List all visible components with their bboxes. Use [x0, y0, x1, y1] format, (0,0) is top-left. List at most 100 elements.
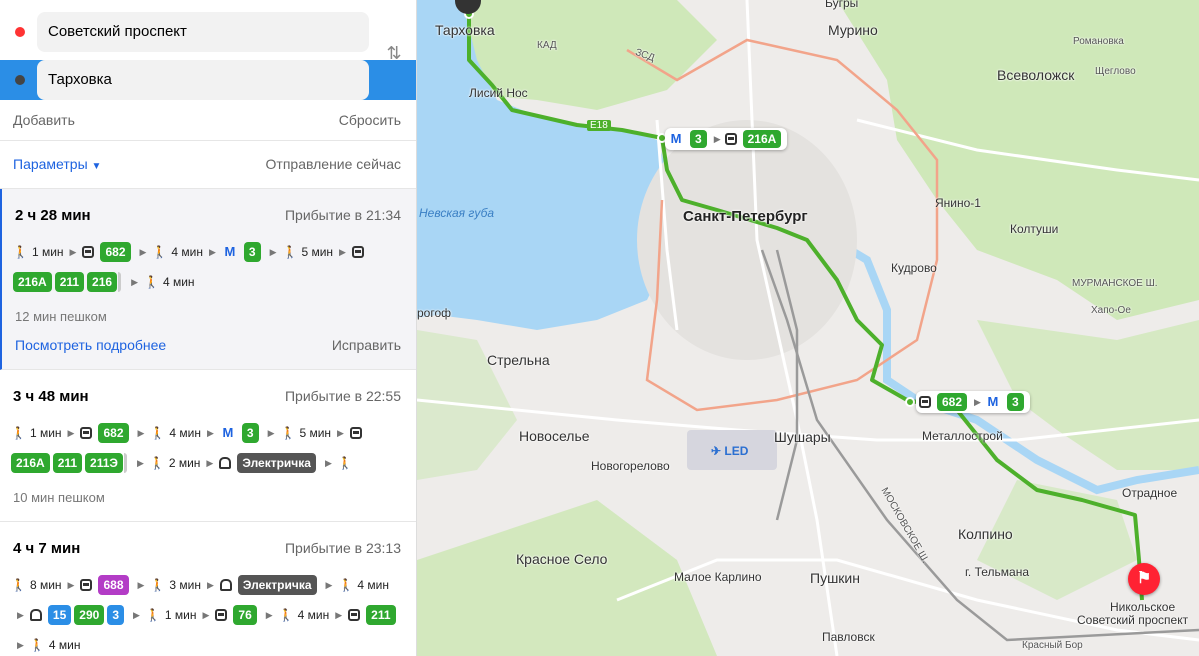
- add-point-button[interactable]: Добавить: [13, 108, 75, 132]
- map-label-metallostroy: Металлострой: [922, 429, 1003, 443]
- map-label-vsevolozhsk: Всеволожск: [997, 67, 1075, 83]
- chevron-right-icon: ▶: [206, 579, 214, 590]
- bus-step: 688: [80, 570, 131, 600]
- metro-icon: M: [222, 425, 234, 440]
- chevron-right-icon: ▶: [337, 427, 344, 438]
- metro-step: M3: [220, 418, 262, 448]
- metro-step: M3: [222, 237, 264, 267]
- walk-icon: 🚶: [11, 426, 26, 440]
- bus-icon: [724, 133, 737, 145]
- metro-badge: 3: [690, 130, 707, 148]
- walking-total: 12 мин пешком: [15, 309, 107, 324]
- chevron-right-icon: ▶: [137, 579, 145, 590]
- point-a-row: [0, 12, 416, 52]
- map-label-peterhof: рогоф: [417, 306, 452, 320]
- metro-badge: 3: [243, 242, 261, 262]
- departure-time-button[interactable]: Отправление сейчас: [266, 156, 401, 172]
- walk-icon: 🚶: [149, 456, 165, 470]
- route-arrival: Прибытие в 22:55: [284, 388, 401, 404]
- map-label-lisiy-nos: Лисий Нос: [469, 86, 528, 100]
- tram-step: 15 290 3: [29, 600, 127, 630]
- metro-icon: M: [987, 394, 999, 409]
- route-option-2[interactable]: 3 ч 48 мин Прибытие в 22:55 🚶 1 мин ▶ 682…: [0, 370, 416, 522]
- metro-icon: M: [670, 131, 682, 146]
- route-panel: ⇅ Добавить Сбросить Параметры ▼ Отправле…: [0, 0, 417, 656]
- map-label-kad: КАД: [537, 40, 557, 51]
- route-option-3[interactable]: 4 ч 7 мин Прибытие в 23:13 🚶 8 мин ▶ 688 …: [0, 522, 416, 656]
- map-transfer-chip-2[interactable]: 682 ▶ M 3: [916, 391, 1030, 413]
- walk-step: 🚶 1 мин: [11, 426, 62, 440]
- map-view[interactable]: Тарховка Лисий Нос Невская губа Санкт-Пе…: [417, 0, 1199, 656]
- chevron-down-icon: ▼: [91, 161, 102, 172]
- chevron-right-icon: ▶: [67, 579, 75, 590]
- fix-route-link[interactable]: Исправить: [332, 337, 401, 353]
- bus-badge: 216А: [742, 130, 782, 148]
- more-badges-indicator: [123, 453, 127, 473]
- chevron-right-icon: ▶: [974, 396, 981, 407]
- map-label-maloe-karlino: Малое Карлино: [674, 570, 762, 584]
- chevron-right-icon: ▶: [324, 457, 332, 468]
- bus-badge: 211: [52, 453, 83, 473]
- map-label-khapo-oe: Хапо-Ое: [1091, 305, 1131, 316]
- bus-step: [351, 237, 370, 267]
- route-list: 2 ч 28 мин Прибытие в 21:34 🚶 1 мин ▶ 682…: [0, 189, 416, 656]
- map-label-tarkhovka: Тарховка: [435, 22, 495, 38]
- airplane-icon: ✈: [711, 444, 725, 458]
- bus-step: 682: [82, 237, 133, 267]
- bus-icon: [351, 246, 364, 258]
- bus-badge: 682: [937, 393, 968, 411]
- bus-step: 682: [80, 418, 131, 448]
- route-duration: 3 ч 48 мин: [13, 388, 89, 405]
- chevron-right-icon: ▶: [267, 427, 275, 438]
- from-input[interactable]: [37, 12, 369, 52]
- point-b-row: [0, 60, 416, 100]
- chevron-right-icon: ▶: [136, 457, 144, 468]
- metro-icon: M: [224, 244, 236, 259]
- chevron-right-icon: ▶: [335, 609, 343, 620]
- map-label-kudrovo: Кудрово: [891, 261, 937, 275]
- map-label-pushkin: Пушкин: [810, 570, 860, 586]
- route-points: ⇅ Добавить Сбросить: [0, 0, 416, 141]
- swap-arrows-icon[interactable]: ⇅: [383, 42, 405, 64]
- bus-icon: [80, 579, 93, 591]
- walk-step: 🚶 4 мин: [29, 638, 81, 652]
- bus-badge: 682: [100, 242, 131, 262]
- walking-total: 10 мин пешком: [13, 490, 105, 505]
- metro-badge: 3: [1006, 393, 1024, 411]
- reset-button[interactable]: Сбросить: [339, 108, 401, 132]
- params-button[interactable]: Параметры ▼: [13, 156, 101, 172]
- bus-badge: 211Э: [85, 453, 123, 473]
- route-steps: 🚶 1 мин ▶ 682 ▶ 🚶 4 мин ▶ M3 ▶ 🚶 5 мин ▶ 21…: [11, 418, 407, 478]
- bus-badges-row: 216А 211 211Э ▶ 🚶 2 мин ▶ Электричка ▶ 🚶: [11, 448, 407, 478]
- city-area: [637, 120, 857, 360]
- map-label-e18: E18: [587, 120, 611, 131]
- chevron-right-icon: ▶: [208, 246, 216, 257]
- map-label-kolpino: Колпино: [958, 526, 1013, 542]
- chevron-right-icon: ▶: [131, 276, 138, 287]
- walk-icon: 🚶: [29, 638, 45, 652]
- bus-icon: [919, 396, 931, 408]
- destination-pin-icon[interactable]: ⚑: [1128, 563, 1160, 595]
- to-input[interactable]: [37, 60, 369, 100]
- walk-step: 🚶 8 мин: [11, 578, 62, 592]
- walk-icon: 🚶: [152, 245, 168, 259]
- bus-badge: 682: [98, 423, 129, 443]
- bus-icon: [348, 609, 361, 621]
- route-option-1[interactable]: 2 ч 28 мин Прибытие в 21:34 🚶 1 мин ▶ 682…: [0, 189, 416, 370]
- params-bar: Параметры ▼ Отправление сейчас: [0, 141, 416, 189]
- walk-step: 🚶 3 мин: [150, 578, 201, 592]
- view-details-link[interactable]: Посмотреть подробнее: [15, 337, 166, 353]
- walk-step: 🚶 4 мин: [150, 426, 201, 440]
- map-label-krasny-bor: Красный Бор: [1022, 640, 1083, 651]
- chevron-right-icon: ▶: [133, 609, 140, 620]
- walk-icon: 🚶: [11, 578, 26, 592]
- walk-step: 🚶 4 мин: [152, 245, 203, 259]
- walk-icon: 🚶: [280, 426, 296, 440]
- chevron-right-icon: ▶: [202, 609, 210, 620]
- route-duration: 2 ч 28 мин: [15, 207, 91, 224]
- map-transfer-chip-1[interactable]: M 3 ▶ 216А: [665, 128, 788, 150]
- route-arrival: Прибытие в 23:13: [284, 540, 401, 556]
- walk-icon: 🚶: [150, 578, 166, 592]
- train-step: Электричка: [219, 570, 320, 600]
- walk-icon: 🚶: [150, 426, 166, 440]
